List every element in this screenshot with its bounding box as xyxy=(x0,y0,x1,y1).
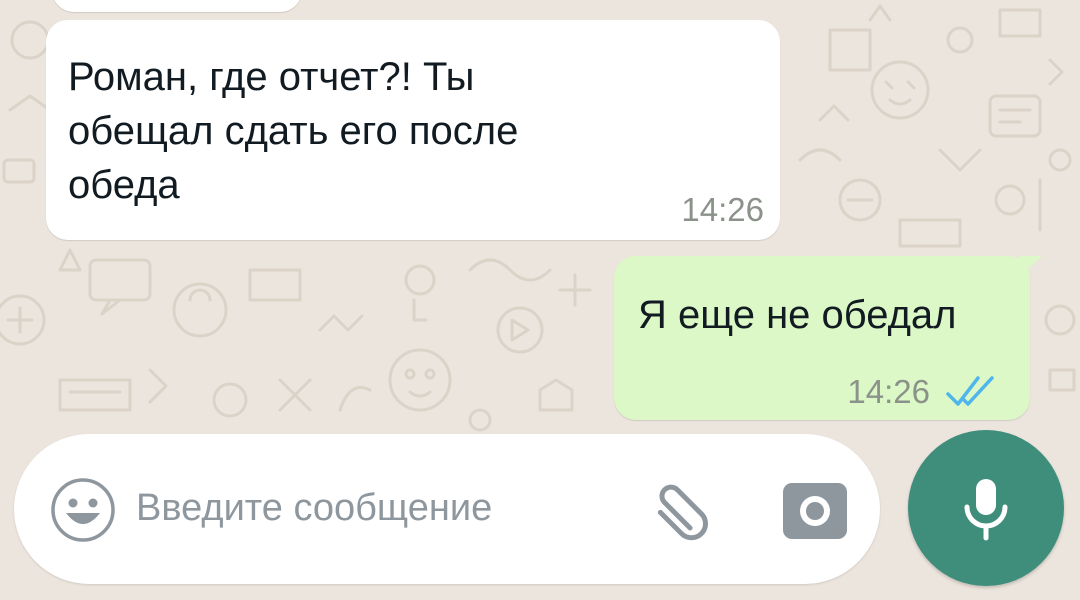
message-input[interactable] xyxy=(136,478,636,538)
incoming-message-time: 14:26 xyxy=(681,191,764,228)
paperclip-icon[interactable] xyxy=(646,474,720,548)
incoming-message-text: Роман, где отчет?! Ты обещал сдать его п… xyxy=(68,55,519,207)
microphone-icon xyxy=(964,479,1008,541)
outgoing-message-text: Я еще не обедал xyxy=(638,293,957,337)
outgoing-message-time: 14:26 xyxy=(847,373,930,410)
incoming-message-bubble[interactable]: Роман, где отчет?! Ты обещал сдать его п… xyxy=(46,20,780,240)
emoji-icon[interactable] xyxy=(50,477,116,543)
camera-icon[interactable] xyxy=(780,478,850,542)
message-composer xyxy=(14,434,880,584)
double-check-icon xyxy=(946,376,994,406)
microphone-button[interactable] xyxy=(908,430,1064,586)
outgoing-message-bubble[interactable]: Я еще не обедал 14:26 xyxy=(614,256,1030,420)
previous-message-bubble xyxy=(52,0,302,12)
